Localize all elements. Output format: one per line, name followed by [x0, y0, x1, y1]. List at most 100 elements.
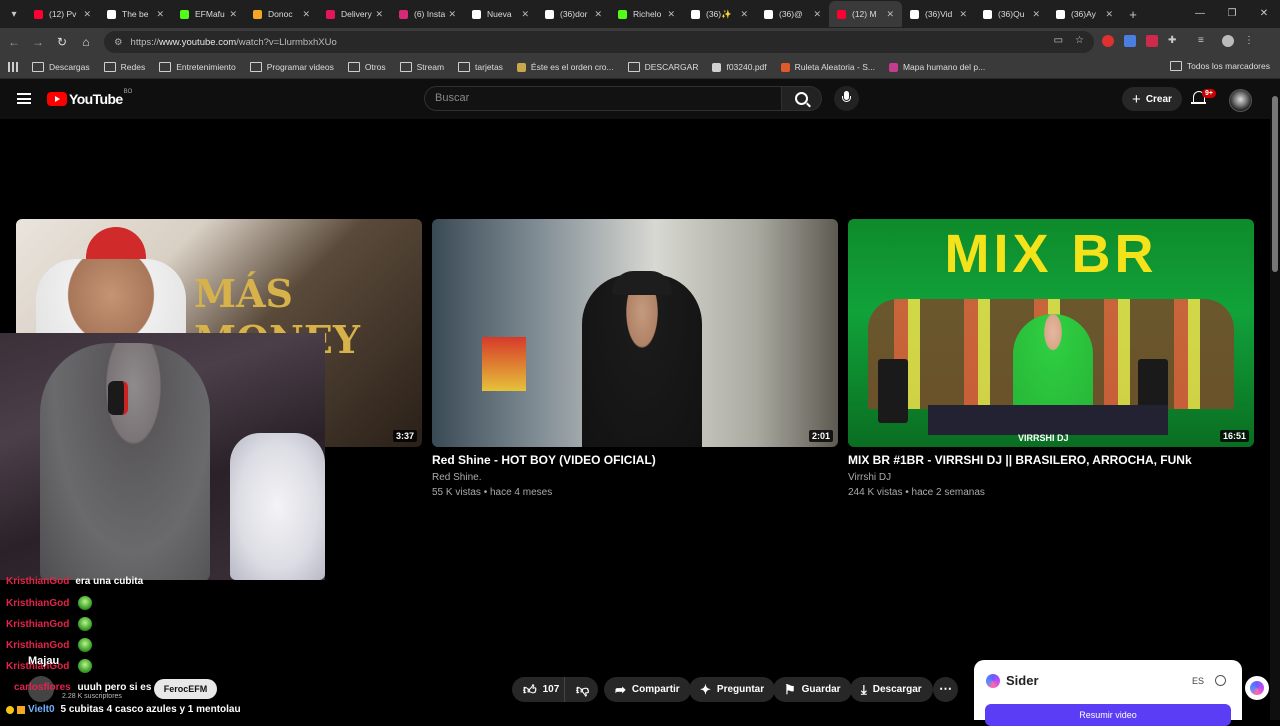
- scrollbar-thumb[interactable]: [1272, 96, 1278, 272]
- tab-close-icon[interactable]: ✕: [813, 9, 821, 20]
- menu-hamburger-icon[interactable]: [17, 93, 31, 104]
- sider-language-button[interactable]: ES: [1192, 676, 1204, 686]
- tab-close-icon[interactable]: ✕: [302, 9, 310, 20]
- bookmark-item[interactable]: DESCARGAR: [627, 62, 698, 72]
- page-scrollbar[interactable]: [1270, 80, 1280, 720]
- bookmark-item[interactable]: Descargas: [32, 62, 90, 72]
- bookmark-item[interactable]: f03240.pdf: [712, 62, 767, 72]
- new-tab-button[interactable]: +: [1121, 7, 1145, 22]
- browser-tab[interactable]: Donoc ✕: [245, 1, 318, 27]
- video-card-2[interactable]: 2:01 Red Shine - HOT BOY (VIDEO OFICIAL)…: [432, 219, 838, 498]
- video-channel-3[interactable]: Virrshi DJ: [848, 472, 1254, 483]
- summarize-video-button[interactable]: Resumir video: [985, 704, 1231, 726]
- browser-tab[interactable]: Richelo ✕: [610, 1, 683, 27]
- browser-tab[interactable]: (36)dor ✕: [537, 1, 610, 27]
- bookmark-item[interactable]: Programar videos: [249, 62, 334, 72]
- search-input[interactable]: [425, 87, 765, 109]
- tab-search-icon[interactable]: ▾: [2, 4, 26, 24]
- apps-grid-icon[interactable]: [8, 62, 18, 72]
- browser-tab[interactable]: (12) M ✕: [829, 1, 902, 27]
- tab-close-icon[interactable]: ✕: [594, 9, 602, 20]
- extension-m-icon[interactable]: [1146, 35, 1158, 47]
- maximize-icon[interactable]: ❐: [1216, 0, 1248, 28]
- save-button[interactable]: ⚑ Guardar: [773, 677, 852, 702]
- tab-list: (12) Pv ✕ The be ✕ EFMafu ✕ Donoc ✕ Delivery ✕ (6)…: [26, 0, 1121, 28]
- url-path: /watch?v=LlurmbxhXUo: [236, 36, 337, 48]
- tab-close-icon[interactable]: ✕: [156, 9, 164, 20]
- more-actions-icon[interactable]: ⋯: [933, 677, 958, 702]
- video-channel-2[interactable]: Red Shine.: [432, 472, 838, 483]
- chrome-menu-icon[interactable]: ⋮: [1244, 35, 1254, 47]
- browser-tab[interactable]: EFMafu ✕: [172, 1, 245, 27]
- share-button[interactable]: ➦ Compartir: [604, 677, 691, 702]
- bookmark-item[interactable]: Mapa humano del p...: [888, 62, 985, 72]
- browser-tab[interactable]: (6) Insta ✕: [391, 1, 464, 27]
- close-window-icon[interactable]: ✕: [1248, 0, 1280, 28]
- sider-settings-icon[interactable]: [1215, 675, 1226, 686]
- video-title-3[interactable]: MIX BR #1BR - VIRRSHI DJ || BRASILERO, A…: [848, 453, 1254, 467]
- sider-floating-icon[interactable]: [1245, 676, 1269, 700]
- tab-close-icon[interactable]: ✕: [448, 9, 456, 20]
- bookmark-label: Entretenimiento: [176, 62, 236, 72]
- browser-tab[interactable]: (36)✨ ✕: [683, 1, 756, 27]
- tab-label: Richelo: [633, 9, 662, 19]
- browser-tab[interactable]: (12) Pv ✕: [26, 1, 99, 27]
- extension-translate-icon[interactable]: [1124, 35, 1136, 47]
- tab-close-icon[interactable]: ✕: [229, 9, 237, 20]
- tab-close-icon[interactable]: ✕: [740, 9, 748, 20]
- tab-close-icon[interactable]: ✕: [1105, 9, 1113, 20]
- browser-tab[interactable]: The be ✕: [99, 1, 172, 27]
- minimize-icon[interactable]: —: [1184, 0, 1216, 28]
- reload-icon[interactable]: ↻: [50, 35, 74, 49]
- bookmark-star-icon[interactable]: ☆: [1075, 35, 1084, 46]
- profile-icon[interactable]: [1222, 35, 1234, 47]
- tab-favicon-icon: [472, 9, 481, 19]
- site-info-icon[interactable]: ⚙: [114, 37, 123, 48]
- tab-close-icon[interactable]: ✕: [667, 9, 675, 20]
- bookmark-item[interactable]: Éste es el orden cro...: [516, 62, 614, 72]
- browser-tab[interactable]: (36)Ay ✕: [1048, 1, 1121, 27]
- all-bookmarks-button[interactable]: Todos los marcadores: [1169, 61, 1270, 71]
- bookmark-item[interactable]: Stream: [399, 62, 444, 72]
- video-thumbnail-2[interactable]: 2:01: [432, 219, 838, 447]
- account-avatar[interactable]: [1229, 89, 1252, 112]
- browser-tab[interactable]: (36)Qu ✕: [975, 1, 1048, 27]
- tab-close-icon[interactable]: ✕: [83, 9, 91, 20]
- tab-close-icon[interactable]: ✕: [1032, 9, 1040, 20]
- bookmark-item[interactable]: Otros: [347, 62, 386, 72]
- address-bar[interactable]: ⚙ https://www.youtube.com/watch?v=Llurmb…: [104, 31, 1094, 53]
- tab-strip-icon[interactable]: ≡: [1198, 35, 1212, 47]
- bookmark-item[interactable]: tarjetas: [458, 62, 503, 72]
- browser-tab[interactable]: (36)Vid ✕: [902, 1, 975, 27]
- search-button[interactable]: [782, 86, 822, 111]
- like-button[interactable]: 👍︎ 107: [512, 677, 564, 702]
- tab-close-icon[interactable]: ✕: [521, 9, 529, 20]
- tab-close-icon[interactable]: ✕: [375, 9, 383, 20]
- bookmark-item[interactable]: Redes: [103, 62, 145, 72]
- browser-tab[interactable]: Delivery ✕: [318, 1, 391, 27]
- bookmark-label: Descargas: [49, 62, 90, 72]
- video-thumbnail-3[interactable]: MIX BR VIRRSHI DJ 16:51: [848, 219, 1254, 447]
- video-title-2[interactable]: Red Shine - HOT BOY (VIDEO OFICIAL): [432, 453, 838, 467]
- forward-icon[interactable]: →: [26, 35, 50, 49]
- voice-search-icon[interactable]: [834, 86, 859, 111]
- bookmark-favicon-icon: [780, 62, 790, 72]
- create-button[interactable]: + Crear: [1122, 87, 1182, 111]
- extensions-puzzle-icon[interactable]: ✚: [1168, 35, 1180, 47]
- cast-icon[interactable]: ▭: [1054, 35, 1063, 46]
- browser-tab[interactable]: Nueva ✕: [464, 1, 537, 27]
- tab-close-icon[interactable]: ✕: [959, 9, 967, 20]
- back-icon[interactable]: ←: [2, 35, 26, 49]
- browser-tab[interactable]: (36)@ ✕: [756, 1, 829, 27]
- tab-favicon-icon: [1056, 9, 1065, 19]
- download-button[interactable]: ⤓ Descargar: [850, 677, 933, 702]
- bookmark-item[interactable]: Ruleta Aleatoria - S...: [780, 62, 875, 72]
- extension-red-icon[interactable]: [1102, 35, 1114, 47]
- youtube-logo[interactable]: YouTube BO: [47, 89, 132, 107]
- video-card-3[interactable]: MIX BR VIRRSHI DJ 16:51 MIX BR #1BR - VI…: [848, 219, 1254, 498]
- tab-close-icon[interactable]: ✕: [886, 9, 894, 20]
- home-icon[interactable]: ⌂: [74, 35, 98, 49]
- dislike-button[interactable]: 👎︎: [564, 677, 598, 702]
- bookmark-item[interactable]: Entretenimiento: [159, 62, 236, 72]
- ask-button[interactable]: ✦ Preguntar: [689, 677, 776, 702]
